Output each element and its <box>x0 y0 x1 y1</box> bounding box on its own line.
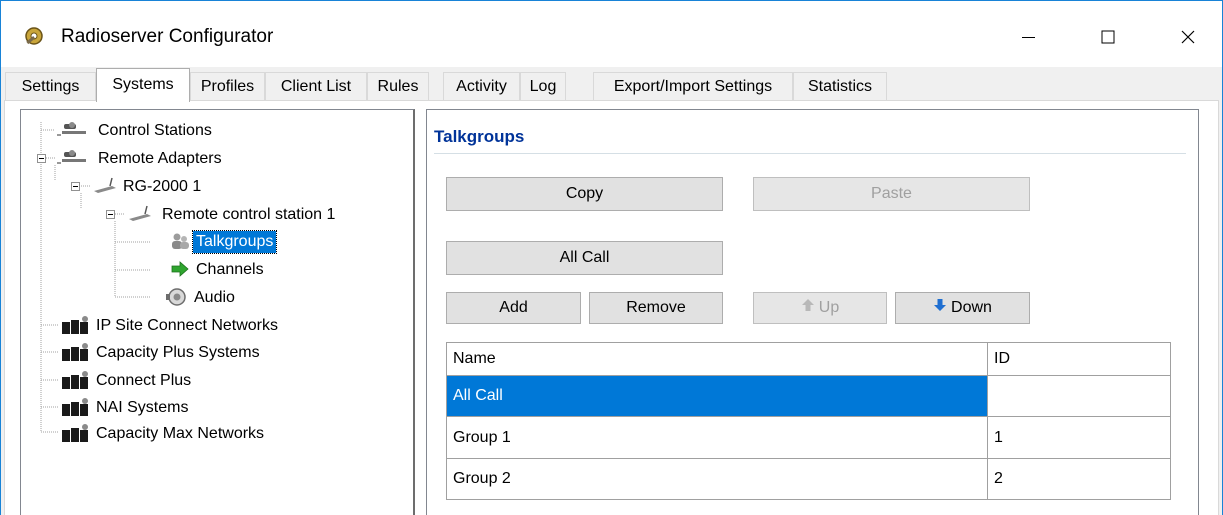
table-row[interactable]: Group 2 2 <box>447 459 1170 499</box>
cell-name[interactable]: Group 1 <box>447 417 988 459</box>
network-icon <box>62 343 88 361</box>
tree-item-remote-control-station-1[interactable]: Remote control station 1 <box>125 203 338 225</box>
radio-gateway-icon <box>129 205 151 221</box>
down-button[interactable]: Down <box>895 292 1030 324</box>
systems-tree[interactable]: Control Stations Remote Adapters RG-2000… <box>20 109 415 515</box>
tree-item-connect-plus[interactable]: Connect Plus <box>59 369 194 391</box>
control-station-icon <box>57 150 86 164</box>
maximize-icon <box>1101 30 1115 44</box>
cell-id[interactable]: 1 <box>988 417 1170 459</box>
app-window: Radioserver Configurator Settings System… <box>0 0 1223 515</box>
tree-connector-lines <box>40 122 151 433</box>
tree-item-nai-systems[interactable]: NAI Systems <box>59 396 191 418</box>
tree-item-talkgroups[interactable]: Talkgroups <box>169 230 278 254</box>
remove-button[interactable]: Remove <box>589 292 723 324</box>
minimize-button[interactable] <box>1006 19 1050 55</box>
tab-systems[interactable]: Systems <box>96 68 190 102</box>
network-icon <box>62 316 88 334</box>
panel-title-divider <box>434 153 1186 154</box>
tree-item-rg-2000-1[interactable]: RG-2000 1 <box>90 175 204 197</box>
cell-name[interactable]: Group 2 <box>447 459 988 499</box>
window-title: Radioserver Configurator <box>61 26 274 47</box>
gear-wrench-app-icon <box>23 25 45 47</box>
collapse-remote-control-station-1[interactable] <box>106 210 115 219</box>
close-button[interactable] <box>1166 19 1210 55</box>
column-header-name[interactable]: Name <box>447 343 988 376</box>
speaker-icon <box>166 288 186 306</box>
title-bar[interactable]: Radioserver Configurator <box>1 1 1222 67</box>
up-button[interactable]: Up <box>753 292 887 324</box>
tab-strip: Settings Systems Profiles Client List Ru… <box>1 67 1222 102</box>
column-header-id[interactable]: ID <box>988 343 1170 376</box>
tab-settings[interactable]: Settings <box>5 72 96 100</box>
tab-activity[interactable]: Activity <box>443 72 520 100</box>
cell-id[interactable]: 2 <box>988 459 1170 499</box>
close-icon <box>1181 30 1195 44</box>
paste-button[interactable]: Paste <box>753 177 1030 211</box>
minimize-icon <box>1022 37 1035 38</box>
tab-export-import-settings[interactable]: Export/Import Settings <box>593 72 793 100</box>
tree-item-channels[interactable]: Channels <box>169 258 267 280</box>
tab-profiles[interactable]: Profiles <box>190 72 265 100</box>
collapse-remote-adapters[interactable] <box>37 154 46 163</box>
network-icon <box>62 424 88 442</box>
tree-item-capacity-max-networks[interactable]: Capacity Max Networks <box>59 422 267 444</box>
table-header: Name ID <box>447 343 1170 376</box>
up-arrow-icon <box>801 293 815 323</box>
add-button[interactable]: Add <box>446 292 581 324</box>
talkgroups-table: Name ID All Call Group 1 1 Group 2 2 <box>446 342 1171 500</box>
copy-button[interactable]: Copy <box>446 177 723 211</box>
green-arrow-icon <box>171 261 189 277</box>
maximize-button[interactable] <box>1086 19 1130 55</box>
down-button-label: Down <box>951 299 992 317</box>
tree-item-capacity-plus-systems[interactable]: Capacity Plus Systems <box>59 341 263 363</box>
control-station-icon <box>57 122 86 136</box>
tab-client-list[interactable]: Client List <box>265 72 367 100</box>
panel-title: Talkgroups <box>434 127 525 146</box>
table-row[interactable]: All Call <box>447 376 1170 417</box>
network-icon <box>62 398 88 416</box>
up-button-label: Up <box>818 299 840 317</box>
cell-name[interactable]: All Call <box>447 376 988 417</box>
down-arrow-icon <box>933 293 947 323</box>
collapse-rg-2000-1[interactable] <box>71 182 80 191</box>
cell-id[interactable] <box>988 376 1170 417</box>
network-icon <box>62 371 88 389</box>
table-row[interactable]: Group 1 1 <box>447 417 1170 459</box>
users-icon <box>172 233 189 249</box>
radio-gateway-icon <box>94 177 116 193</box>
all-call-button[interactable]: All Call <box>446 241 723 275</box>
tab-statistics[interactable]: Statistics <box>793 72 887 100</box>
tree-item-control-stations[interactable]: Control Stations <box>55 119 215 141</box>
tab-rules[interactable]: Rules <box>367 72 429 100</box>
tree-item-remote-adapters[interactable]: Remote Adapters <box>55 147 225 169</box>
tab-log[interactable]: Log <box>520 72 566 100</box>
tree-item-audio[interactable]: Audio <box>163 286 238 308</box>
tree-item-ip-site-connect-networks[interactable]: IP Site Connect Networks <box>59 314 281 336</box>
